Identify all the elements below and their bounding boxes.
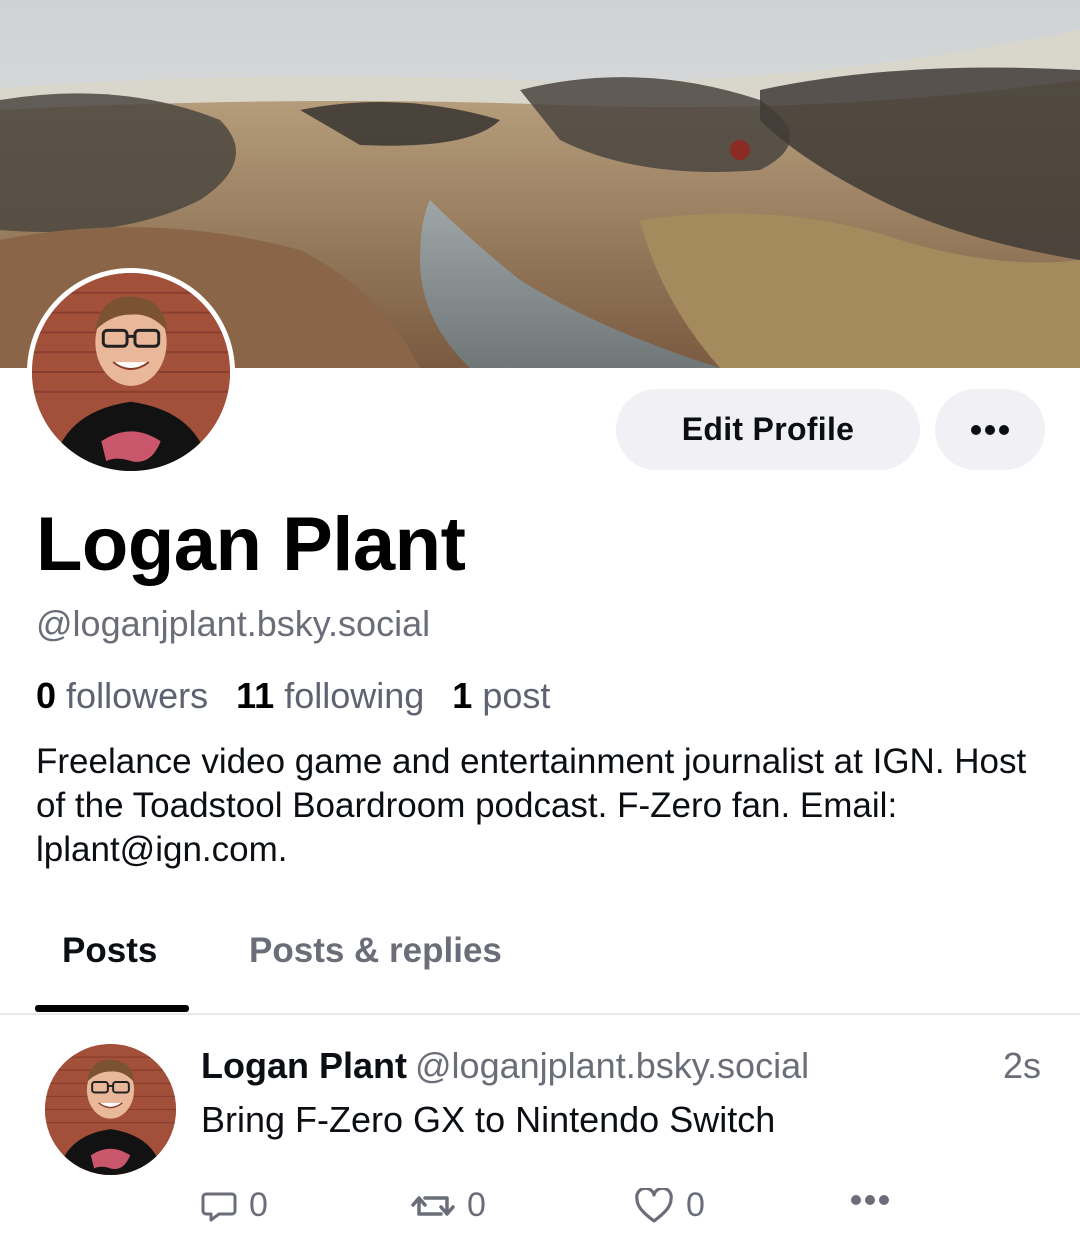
post-more-button[interactable] [850,1194,890,1206]
feed-post[interactable]: Logan Plant @loganjplant.bsky.social 2s B… [0,1018,1080,1254]
followers-stat[interactable]: 0 followers [36,674,208,718]
like-count: 0 [686,1186,705,1224]
following-label: following [284,675,425,716]
post-author-avatar[interactable] [45,1044,176,1175]
active-tab-indicator [35,1005,189,1012]
post-author-name[interactable]: Logan Plant [201,1045,407,1086]
profile-display-name: Logan Plant [36,502,466,587]
profile-tabs: Posts Posts & replies [0,915,1080,1015]
profile-avatar[interactable] [27,268,235,476]
post-actions: 0 0 0 [0,1186,1080,1236]
heart-icon [635,1187,673,1223]
post-text: Bring F-Zero GX to Nintendo Switch [201,1099,776,1140]
post-header: Logan Plant @loganjplant.bsky.social [201,1044,809,1088]
profile-stats: 0 followers 11 following 1 post [36,674,550,718]
repost-count: 0 [467,1186,486,1224]
followers-count: 0 [36,675,57,716]
edit-profile-button[interactable]: Edit Profile [616,389,920,470]
ellipsis-icon [971,424,1009,435]
posts-label: post [482,675,551,716]
reply-button[interactable]: 0 [201,1186,268,1225]
posts-stat: 1 post [452,674,550,718]
repost-button[interactable]: 0 [411,1186,486,1225]
tab-posts[interactable]: Posts [62,929,157,973]
profile-handle[interactable]: @loganjplant.bsky.social [36,602,430,646]
following-stat[interactable]: 11 following [236,674,424,718]
posts-count: 1 [452,675,473,716]
tab-posts-and-replies[interactable]: Posts & replies [249,929,502,973]
followers-label: followers [66,675,209,716]
profile-more-button[interactable] [935,389,1045,470]
post-timestamp[interactable]: 2s [1003,1044,1041,1088]
profile-bio: Freelance video game and entertainment j… [36,742,1027,869]
like-button[interactable]: 0 [634,1186,705,1225]
post-author-handle[interactable]: @loganjplant.bsky.social [415,1045,809,1086]
avatar-photo-illustration [45,1044,176,1175]
speech-bubble-icon [201,1192,237,1221]
reply-count: 0 [249,1186,268,1224]
repost-arrows-icon [411,1195,455,1216]
ellipsis-icon [851,1195,889,1205]
following-count: 11 [236,675,275,716]
avatar-photo-illustration [32,273,230,471]
